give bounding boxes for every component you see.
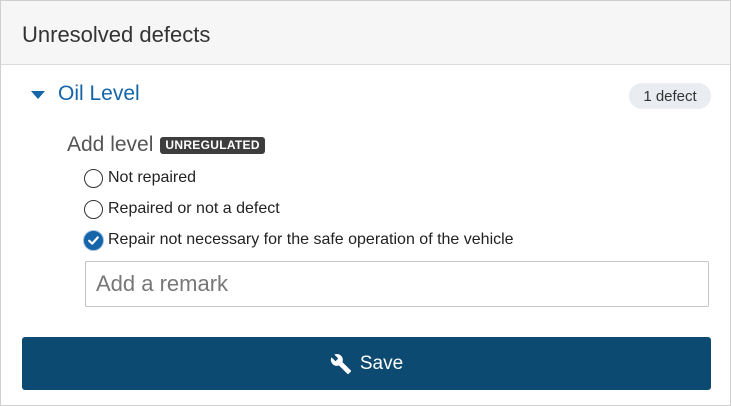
radio-option-not-repaired[interactable]: Not repaired [84,167,196,189]
field-label-text: Add level [67,133,154,156]
radio-label: Not repaired [108,169,197,186]
defect-count-badge: 1 defect [629,83,711,109]
radio-button-checked[interactable] [84,230,103,250]
radio-option-repaired[interactable]: Repaired or not a defect [84,198,280,220]
checkmark-icon [88,235,99,245]
radio-button[interactable] [84,199,103,219]
radio-button[interactable] [84,168,103,188]
unregulated-tag: UNREGULATED [160,136,265,154]
defects-panel: Unresolved defects Oil Level 1 defect Ad… [0,0,731,406]
panel-header: Unresolved defects [1,1,730,65]
section-title: Oil Level [58,82,140,105]
field-label: Add level UNREGULATED [67,133,265,157]
remark-input[interactable] [85,261,709,307]
radio-option-repair-not-necessary[interactable]: Repair not necessary for the safe operat… [84,229,514,251]
wrench-icon [330,353,352,375]
panel-title: Unresolved defects [22,22,211,47]
save-button[interactable]: Save [22,337,711,390]
radio-label: Repair not necessary for the safe operat… [108,231,514,248]
radio-label: Repaired or not a defect [108,200,280,217]
caret-down-icon [31,90,45,99]
oil-level-toggle[interactable]: Oil Level [31,81,140,107]
save-label: Save [359,352,404,374]
